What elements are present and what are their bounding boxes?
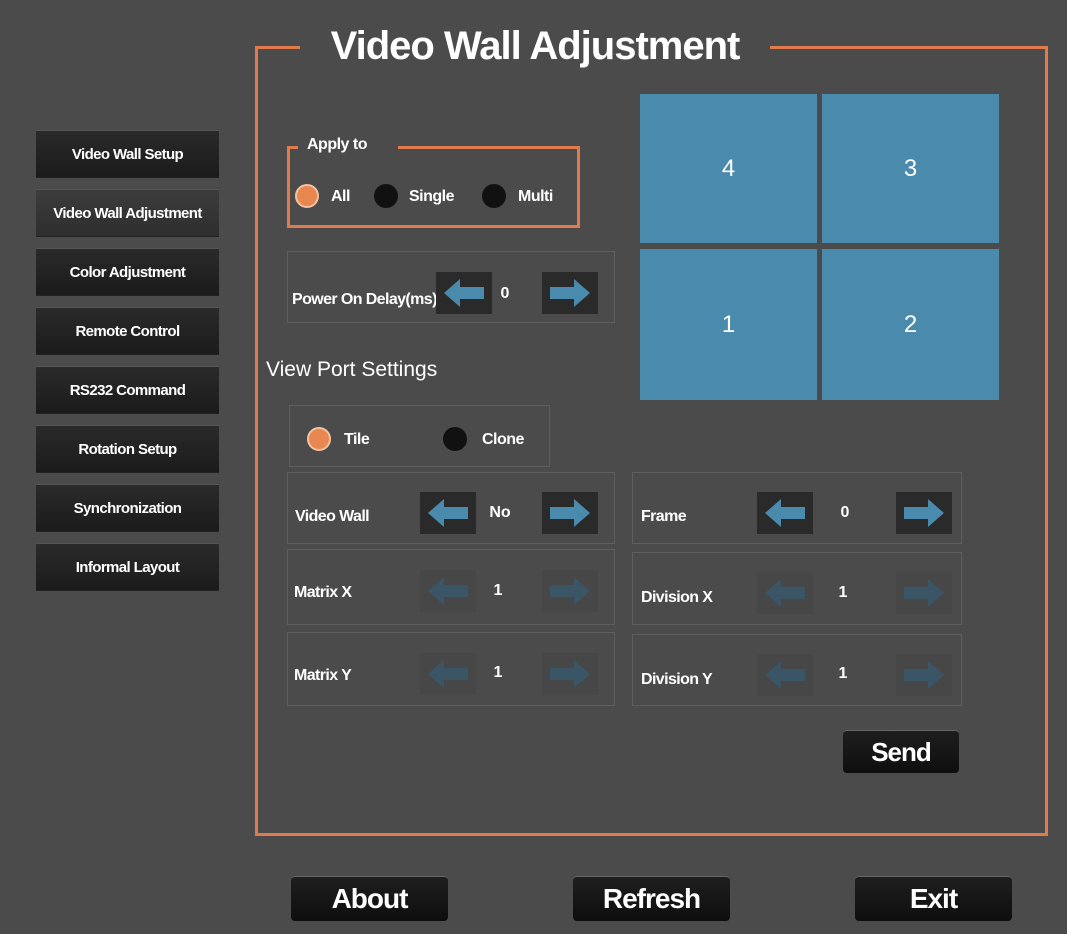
arrow-right-icon (550, 499, 590, 527)
sidebar-item-rotation-setup[interactable]: Rotation Setup (36, 425, 219, 472)
division-x-value: 1 (838, 584, 848, 601)
sidebar-item-video-wall-adjustment[interactable]: Video Wall Adjustment (36, 189, 219, 236)
sidebar-item-rs232-command[interactable]: RS232 Command (36, 366, 219, 413)
radio-multi[interactable] (482, 184, 506, 208)
radio-single[interactable] (374, 184, 398, 208)
division-x-decrease-button[interactable] (757, 572, 813, 614)
arrow-right-icon (904, 499, 944, 527)
division-y-value: 1 (838, 665, 848, 682)
radio-tile[interactable] (307, 427, 331, 451)
frame-value: 0 (840, 504, 850, 521)
division-y-increase-button[interactable] (896, 654, 952, 696)
video-wall-label: Video Wall (295, 508, 370, 525)
send-button[interactable]: Send (843, 730, 959, 773)
arrow-right-icon (550, 279, 590, 307)
radio-all[interactable] (295, 184, 319, 208)
grid-cell-3[interactable]: 3 (822, 94, 999, 243)
power-on-delay-value: 0 (500, 285, 510, 302)
arrow-left-icon (428, 577, 468, 605)
matrix-x-increase-button[interactable] (542, 570, 598, 612)
radio-multi-label: Multi (518, 188, 553, 205)
arrow-left-icon (765, 661, 805, 689)
power-delay-increase-button[interactable] (542, 272, 598, 314)
arrow-right-icon (904, 661, 944, 689)
grid-cell-2[interactable]: 2 (822, 249, 999, 400)
grid-cell-4[interactable]: 4 (640, 94, 817, 243)
arrow-right-icon (550, 577, 590, 605)
page-title: Video Wall Adjustment (330, 24, 741, 68)
arrow-right-icon (550, 660, 590, 688)
arrow-right-icon (904, 579, 944, 607)
division-x-label: Division X (641, 589, 713, 606)
about-button[interactable]: About (291, 876, 448, 921)
matrix-y-label: Matrix Y (294, 667, 352, 684)
arrow-left-icon (765, 579, 805, 607)
division-x-increase-button[interactable] (896, 572, 952, 614)
radio-single-label: Single (409, 188, 455, 205)
video-wall-decrease-button[interactable] (420, 492, 476, 534)
matrix-y-value: 1 (493, 664, 503, 681)
power-delay-decrease-button[interactable] (436, 272, 492, 314)
refresh-button[interactable]: Refresh (573, 876, 730, 921)
sidebar-item-informal-layout[interactable]: Informal Layout (36, 543, 219, 590)
sidebar-item-synchronization[interactable]: Synchronization (36, 484, 219, 531)
matrix-y-increase-button[interactable] (542, 653, 598, 695)
matrix-x-value: 1 (493, 582, 503, 599)
view-port-settings-heading: View Port Settings (266, 358, 438, 381)
arrow-left-icon (428, 499, 468, 527)
arrow-left-icon (428, 660, 468, 688)
radio-clone[interactable] (443, 427, 467, 451)
apply-to-label: Apply to (307, 136, 368, 153)
division-y-decrease-button[interactable] (757, 654, 813, 696)
arrow-left-icon (444, 279, 484, 307)
frame-decrease-button[interactable] (757, 492, 813, 534)
exit-button[interactable]: Exit (855, 876, 1012, 921)
sidebar-item-video-wall-setup[interactable]: Video Wall Setup (36, 130, 219, 177)
apply-to-group (287, 146, 580, 228)
matrix-y-decrease-button[interactable] (420, 653, 476, 695)
video-wall-increase-button[interactable] (542, 492, 598, 534)
radio-tile-label: Tile (344, 431, 370, 448)
arrow-left-icon (765, 499, 805, 527)
sidebar-item-color-adjustment[interactable]: Color Adjustment (36, 248, 219, 295)
matrix-x-label: Matrix X (294, 584, 352, 601)
matrix-x-decrease-button[interactable] (420, 570, 476, 612)
frame-label: Frame (641, 508, 687, 525)
frame-increase-button[interactable] (896, 492, 952, 534)
power-on-delay-label: Power On Delay(ms) (292, 291, 437, 308)
radio-all-label: All (331, 188, 350, 205)
division-y-label: Division Y (641, 671, 713, 688)
radio-clone-label: Clone (482, 431, 524, 448)
sidebar-item-remote-control[interactable]: Remote Control (36, 307, 219, 354)
grid-cell-1[interactable]: 1 (640, 249, 817, 400)
video-wall-value: No (489, 504, 511, 521)
